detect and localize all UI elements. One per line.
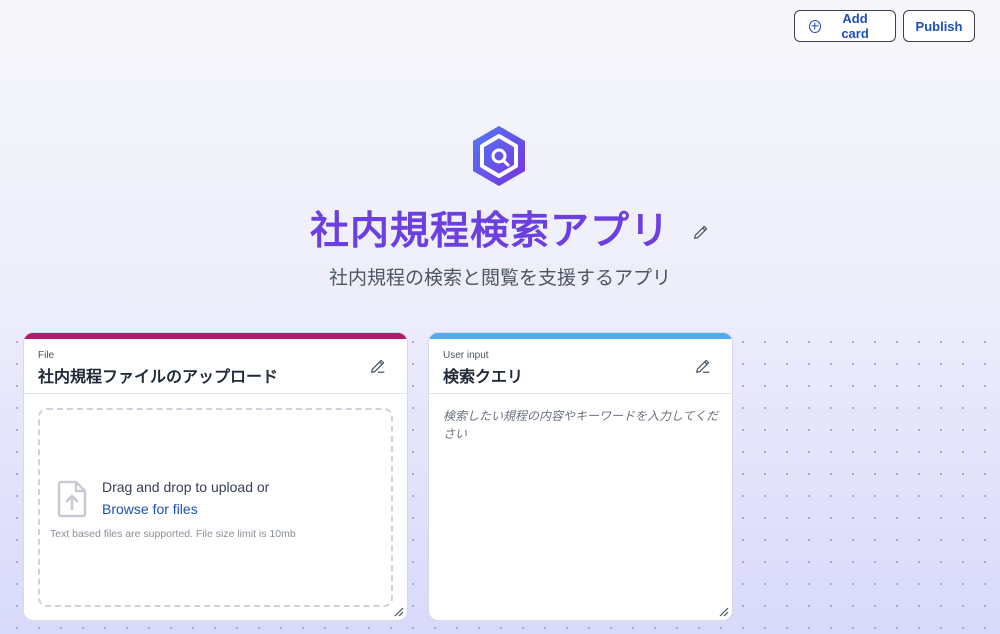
publish-button[interactable]: Publish (903, 10, 975, 42)
card-title: 検索クエリ (443, 367, 524, 386)
browse-files-link[interactable]: Browse for files (102, 501, 198, 517)
edit-card-icon[interactable] (694, 357, 712, 375)
app-title: 社内規程検索アプリ (309, 209, 670, 254)
card-kind-label: User input (443, 350, 489, 361)
dropzone-note: Text based files are supported. File siz… (50, 528, 296, 540)
edit-card-icon[interactable] (369, 357, 387, 375)
title-row: 社内規程検索アプリ (0, 200, 1000, 256)
card-header: File 社内規程ファイルのアップロード (24, 339, 407, 394)
edit-title-icon[interactable] (692, 223, 710, 241)
app-subtitle: 社内規程の検索と閲覧を支援するアプリ (328, 267, 671, 289)
file-upload-icon (57, 480, 87, 518)
resize-handle-icon[interactable] (719, 607, 729, 617)
resize-handle-icon[interactable] (394, 607, 404, 617)
file-dropzone[interactable]: Drag and drop to upload or Browse for fi… (38, 408, 393, 607)
top-toolbar: Add card Publish (794, 10, 975, 42)
card-title: 社内規程ファイルのアップロード (38, 367, 279, 386)
plus-circle-icon (809, 19, 822, 33)
add-card-button[interactable]: Add card (794, 10, 896, 42)
app-logo-icon (473, 126, 525, 186)
add-card-label: Add card (841, 11, 869, 41)
search-query-card: User input 検索クエリ 検索したい規程の内容やキーワードを入力してくだ… (428, 332, 733, 621)
card-kind-label: File (38, 350, 55, 361)
dropzone-instruction: Drag and drop to upload or (102, 479, 270, 495)
card-header: User input 検索クエリ (429, 339, 732, 394)
file-upload-card: File 社内規程ファイルのアップロード Drag and drop to up… (23, 332, 408, 621)
search-query-input[interactable] (443, 407, 719, 607)
publish-label: Publish (915, 18, 963, 34)
